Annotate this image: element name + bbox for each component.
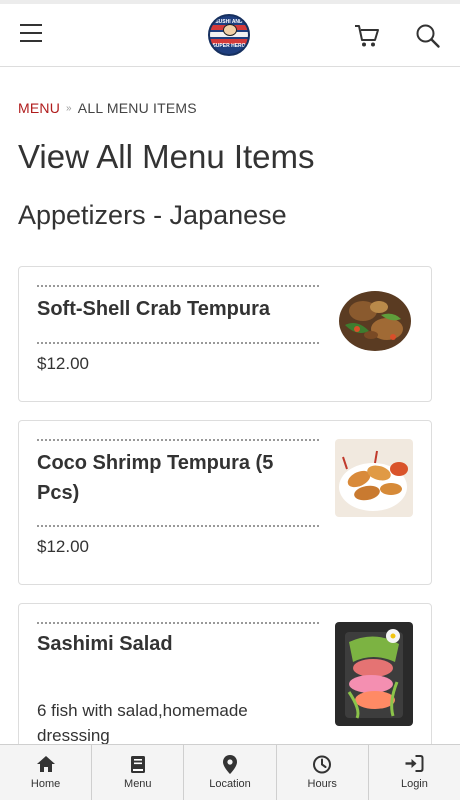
menu-book-icon [130, 755, 146, 779]
menu-item-card[interactable]: Soft-Shell Crab Tempura $12.00 [18, 266, 432, 402]
home-icon [36, 755, 56, 778]
logo-face-graphic [223, 24, 237, 36]
divider [37, 525, 319, 527]
logo-bottom-text: SUPER HERO [212, 43, 246, 49]
divider [37, 285, 319, 287]
menu-item-price: $12.00 [37, 537, 89, 556]
page-title: View All Menu Items [18, 138, 315, 175]
breadcrumb: MENU » ALL MENU ITEMS [18, 100, 197, 116]
bottom-tab-bar: Home Menu Location Hours Login [0, 744, 460, 800]
menu-item-name: Soft-Shell Crab Tempura [37, 298, 270, 320]
divider [37, 622, 319, 624]
tab-menu-label: Menu [124, 778, 152, 790]
location-pin-icon [223, 755, 237, 779]
restaurant-logo[interactable]: SUSHI AND THAI SUPER HERO [208, 14, 250, 56]
login-icon [405, 755, 424, 777]
menu-item-price: $12.00 [37, 354, 89, 373]
breadcrumb-menu-link[interactable]: MENU [18, 100, 60, 116]
tab-hours[interactable]: Hours [277, 745, 369, 800]
menu-item-description: 6 fish with salad,homemade dresssing [37, 701, 248, 745]
menu-item-name: Coco Shrimp Tempura (5 Pcs) [37, 452, 274, 504]
menu-item-name: Sashimi Salad [37, 633, 173, 655]
divider [37, 439, 319, 441]
divider [37, 342, 319, 344]
clock-icon [313, 755, 332, 779]
breadcrumb-current: ALL MENU ITEMS [77, 100, 197, 116]
menu-item-photo [335, 285, 413, 357]
tab-login[interactable]: Login [369, 745, 460, 800]
tab-location-label: Location [209, 778, 251, 790]
cart-icon[interactable] [354, 24, 380, 53]
search-icon[interactable] [415, 23, 441, 54]
category-title: Appetizers - Japanese [18, 200, 287, 230]
tab-login-label: Login [400, 778, 428, 790]
tab-menu[interactable]: Menu [92, 745, 185, 800]
menu-item-card[interactable]: Coco Shrimp Tempura (5 Pcs) $12.00 [18, 420, 432, 585]
tab-home[interactable]: Home [0, 745, 93, 800]
tab-home-label: Home [30, 778, 61, 790]
tab-hours-label: Hours [307, 778, 337, 790]
breadcrumb-separator: » [66, 103, 72, 114]
menu-item-photo [335, 439, 413, 517]
menu-item-photo [335, 622, 413, 726]
site-header: SUSHI AND THAI SUPER HERO [0, 4, 460, 67]
hamburger-menu-icon[interactable] [20, 24, 42, 44]
tab-location[interactable]: Location [184, 745, 277, 800]
menu-item-card[interactable]: Sashimi Salad 6 fish with salad,homemade… [18, 603, 432, 763]
